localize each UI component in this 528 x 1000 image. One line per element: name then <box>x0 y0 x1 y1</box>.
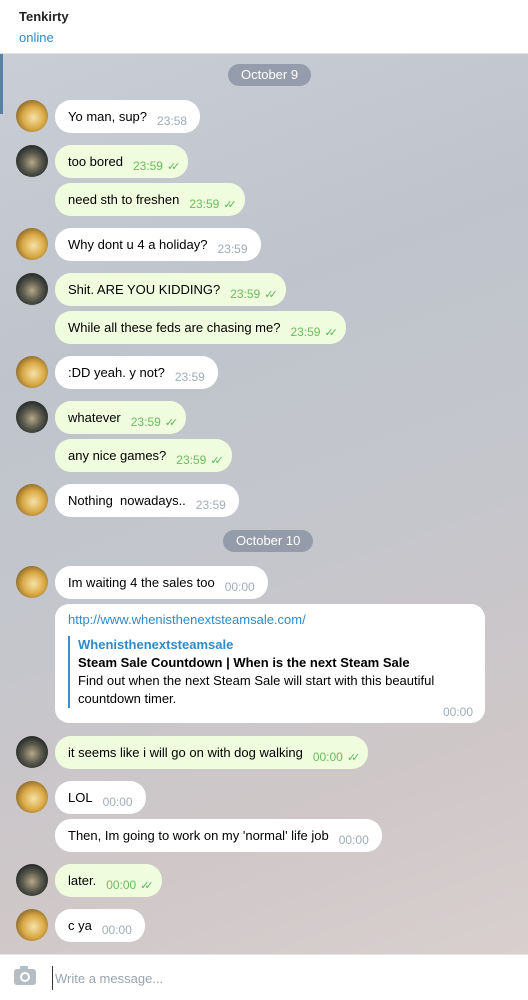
message-time: 23:59 <box>176 453 207 467</box>
double-check-icon: ✓✓ <box>324 327 338 339</box>
message-bubble[interactable]: LOL 00:00 <box>55 781 146 814</box>
message-text: need sth to freshen <box>68 192 180 207</box>
scroll-indicator <box>0 54 3 114</box>
avatar[interactable] <box>16 356 48 388</box>
message-time: 23:59 <box>130 415 161 429</box>
avatar[interactable] <box>16 909 48 941</box>
message-text: Shit. ARE YOU KIDDING? <box>68 282 221 297</box>
avatar[interactable] <box>16 484 48 516</box>
preview-title: Steam Sale Countdown | When is the next … <box>78 655 410 670</box>
message-bubble[interactable]: c ya 00:00 <box>55 909 145 942</box>
message-bubble[interactable]: Nothing nowadays.. 23:59 <box>55 484 239 517</box>
message-bubble[interactable]: later. 00:00 ✓✓ <box>55 864 162 897</box>
message-time: 23:59 <box>230 287 261 301</box>
message-time: 23:59 <box>290 325 321 339</box>
message-time: 23:58 <box>157 114 188 128</box>
message-bubble[interactable]: Yo man, sup? 23:58 <box>55 100 201 133</box>
message-text: LOL <box>68 790 93 805</box>
message-text: While all these feds are chasing me? <box>68 320 281 335</box>
message-time: 00:00 <box>101 923 132 937</box>
date-separator: October 9 <box>228 64 312 86</box>
message-time: 23:59 <box>189 197 220 211</box>
message-text: Then, Im going to work on my 'normal' li… <box>68 828 329 843</box>
avatar[interactable] <box>16 781 48 813</box>
avatar[interactable] <box>16 100 48 132</box>
message-bubble[interactable]: any nice games? 23:59 ✓✓ <box>55 439 232 472</box>
double-check-icon: ✓✓ <box>210 455 224 467</box>
chat-header[interactable]: Tenkirty online <box>0 0 528 54</box>
message-time: 00:00 <box>106 878 137 892</box>
avatar[interactable] <box>16 145 48 177</box>
message-time: 23:59 <box>195 498 226 512</box>
message-time: 23:59 <box>174 370 205 384</box>
preview-site-name: Whenisthenextsteamsale <box>78 637 234 652</box>
date-separator: October 10 <box>223 530 314 552</box>
message-bubble[interactable]: Shit. ARE YOU KIDDING? 23:59 ✓✓ <box>55 273 286 306</box>
double-check-icon: ✓✓ <box>346 752 361 764</box>
message-bubble[interactable]: Then, Im going to work on my 'normal' li… <box>55 819 382 852</box>
message-bubble[interactable]: While all these feds are chasing me? 23:5… <box>55 311 346 344</box>
message-bubble[interactable]: Im waiting 4 the sales too 00:00 <box>55 566 268 599</box>
avatar[interactable] <box>16 401 48 433</box>
message-bubble[interactable]: need sth to freshen 23:59 ✓✓ <box>55 183 245 216</box>
message-text: :DD yeah. y not? <box>68 365 165 380</box>
message-bubble[interactable]: Why dont u 4 a holiday? 23:59 <box>55 228 261 261</box>
message-bubble[interactable]: too bored 23:59 ✓✓ <box>55 145 189 178</box>
preview-description: Find out when the next Steam Sale will s… <box>78 673 435 706</box>
message-time: 00:00 <box>224 580 255 594</box>
message-text: c ya <box>68 918 92 933</box>
message-time: 00:00 <box>312 750 343 764</box>
message-time: 23:59 <box>132 159 163 173</box>
avatar[interactable] <box>16 273 48 305</box>
avatar[interactable] <box>16 566 48 598</box>
avatar[interactable] <box>16 864 48 896</box>
contact-name[interactable]: Tenkirty <box>19 9 509 25</box>
avatar[interactable] <box>16 736 48 768</box>
message-input[interactable] <box>52 966 512 990</box>
camera-icon[interactable] <box>14 969 36 985</box>
message-text: Why dont u 4 a holiday? <box>68 237 208 252</box>
double-check-icon: ✓✓ <box>164 417 179 429</box>
message-text: too bored <box>68 154 123 169</box>
message-time: 00:00 <box>338 833 369 847</box>
message-bubble[interactable]: it seems like i will go on with dog walk… <box>55 736 369 769</box>
message-text: it seems like i will go on with dog walk… <box>68 745 303 760</box>
message-text: Im waiting 4 the sales too <box>68 575 215 590</box>
message-text: Yo man, sup? <box>68 109 148 124</box>
contact-status: online <box>19 30 54 45</box>
message-bubble[interactable]: whatever 23:59 ✓✓ <box>55 401 187 434</box>
double-check-icon: ✓✓ <box>166 161 181 173</box>
message-link[interactable]: http://www.whenisthenextsteamsale.com/ <box>68 612 472 628</box>
message-text: Nothing nowadays.. <box>68 493 186 508</box>
message-bubble[interactable]: :DD yeah. y not? 23:59 <box>55 356 218 389</box>
message-text: whatever <box>68 410 121 425</box>
message-list[interactable]: October 9 Yo man, sup? 23:58 too bored 23:… <box>0 54 528 954</box>
message-time: 00:00 <box>102 795 133 809</box>
message-text: any nice games? <box>68 448 167 463</box>
message-time: 00:00 <box>442 705 473 719</box>
message-composer <box>0 954 528 1000</box>
double-check-icon: ✓✓ <box>223 199 237 211</box>
link-message[interactable]: http://www.whenisthenextsteamsale.com/ W… <box>55 604 485 723</box>
double-check-icon: ✓✓ <box>140 880 154 892</box>
message-text: later. <box>68 873 97 888</box>
avatar[interactable] <box>16 228 48 260</box>
double-check-icon: ✓✓ <box>264 289 278 301</box>
message-time: 23:59 <box>217 242 248 256</box>
link-preview[interactable]: Whenisthenextsteamsale Steam Sale Countd… <box>68 636 472 708</box>
